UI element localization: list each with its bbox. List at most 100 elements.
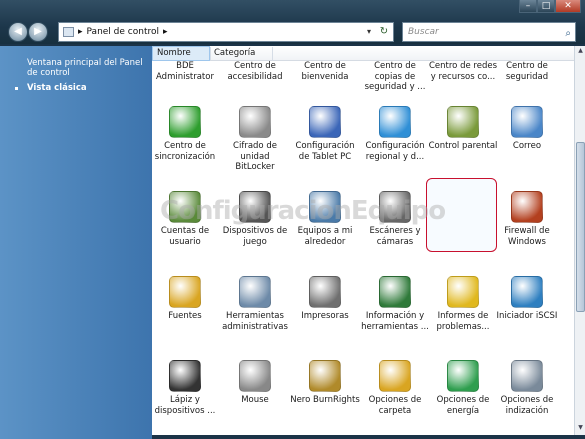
item-security[interactable]: Centro de seguridad [492, 61, 562, 89]
item-label: Mouse [241, 395, 269, 405]
item-label: Informes de problemas... [436, 311, 490, 332]
item-label: Centro de sincronización [154, 141, 216, 162]
item-mouse[interactable]: Mouse [220, 360, 290, 406]
item-label: Dispositivos de juego [222, 226, 288, 247]
item-indexing[interactable]: Opciones de indización [492, 360, 562, 416]
item-performance[interactable]: Información y herramientas ... [360, 276, 430, 332]
item-accessibility[interactable]: Centro de accesibilidad [220, 61, 290, 89]
column-header: Nombre Categoría [152, 46, 574, 61]
item-label: BDE Administrator [156, 61, 214, 82]
column-divider[interactable] [272, 47, 273, 60]
vertical-scrollbar[interactable]: ▲ ▼ [574, 46, 585, 435]
item-label: Firewall de Windows [504, 226, 550, 247]
sync-icon [169, 106, 201, 138]
breadcrumb-separator[interactable]: ▸ [163, 27, 168, 37]
tablet-icon [309, 106, 341, 138]
scroll-down-icon[interactable]: ▼ [576, 424, 585, 434]
item-regional[interactable]: Configuración regional y d... [360, 106, 430, 162]
address-bar[interactable]: ▸ Panel de control ▸ ▾ ↻ [58, 22, 394, 42]
item-label: Opciones de indización [500, 395, 554, 416]
search-input[interactable]: Buscar ⌕ [402, 22, 576, 42]
item-mail[interactable]: Correo [492, 106, 562, 152]
item-printer[interactable]: Impresoras [290, 276, 360, 322]
item-label: Centro de seguridad [505, 61, 549, 82]
item-folder-options[interactable]: Opciones de carpeta [360, 360, 430, 416]
refresh-icon[interactable]: ↻ [377, 25, 391, 39]
item-tablet[interactable]: Configuración de Tablet PC [290, 106, 360, 162]
folder-options-icon [379, 360, 411, 392]
column-name[interactable]: Nombre [157, 48, 191, 58]
item-firewall[interactable]: Firewall de Windows [492, 191, 562, 247]
breadcrumb-separator[interactable]: ▸ [78, 27, 83, 37]
item-label: Impresoras [301, 311, 349, 321]
control-panel-icon [63, 27, 74, 37]
column-category[interactable]: Categoría [214, 48, 255, 58]
watermark: ConfiguracionEquipo [160, 196, 446, 226]
item-network[interactable]: Centro de redes y recursos co... [428, 61, 498, 89]
admin-tools-icon [239, 276, 271, 308]
item-label: Configuración regional y d... [365, 141, 425, 162]
scroll-up-icon[interactable]: ▲ [576, 47, 585, 57]
sidebar-item-home[interactable]: Ventana principal del Panel de control [27, 58, 147, 78]
item-fonts[interactable]: Fuentes [152, 276, 220, 322]
control-panel-window: – □ ✕ ◀ ▶ ▸ Panel de control ▸ ▾ ↻ Busca… [0, 0, 585, 439]
scrollbar-thumb[interactable] [576, 142, 585, 312]
address-dropdown-button[interactable]: ▾ [363, 25, 375, 39]
item-label: Equipos a mi alrededor [297, 226, 353, 247]
item-parental[interactable]: Control parental [428, 106, 498, 152]
item-welcome[interactable]: Centro de bienvenida [290, 61, 360, 89]
item-label: Iniciador iSCSI [496, 311, 558, 321]
item-bde[interactable]: BDE Administrator [152, 61, 220, 89]
close-button[interactable]: ✕ [555, 0, 581, 13]
warning-icon [447, 276, 479, 308]
search-placeholder: Buscar [408, 27, 439, 37]
item-label: Control parental [428, 141, 498, 151]
item-label: Opciones de energía [436, 395, 490, 416]
mouse-icon [239, 360, 271, 392]
item-pen[interactable]: Lápiz y dispositivos ... [152, 360, 220, 416]
minimize-button[interactable]: – [519, 0, 537, 13]
items-view: Nombre Categoría BDE Administrator Centro… [152, 46, 574, 435]
maximize-button[interactable]: □ [537, 0, 555, 13]
firewall-icon [511, 191, 543, 223]
item-label: Opciones de carpeta [368, 395, 422, 416]
item-nero[interactable]: Nero BurnRights [290, 360, 360, 406]
printer-icon [309, 276, 341, 308]
power-icon [447, 360, 479, 392]
item-label: Escáneres y cámaras [369, 226, 421, 247]
sidebar-item-classic-view[interactable]: Vista clásica [27, 83, 147, 93]
item-label: Lápiz y dispositivos ... [154, 395, 216, 416]
item-label: Cifrado de unidad BitLocker [233, 141, 277, 172]
sidebar-bullet [15, 87, 18, 90]
breadcrumb-control-panel[interactable]: Panel de control [87, 27, 159, 37]
regional-icon [379, 106, 411, 138]
item-label: Configuración de Tablet PC [295, 141, 355, 162]
item-label: Nero BurnRights [290, 395, 360, 405]
indexing-icon [511, 360, 543, 392]
iscsi-icon [511, 276, 543, 308]
performance-icon [379, 276, 411, 308]
item-sync[interactable]: Centro de sincronización [152, 106, 220, 162]
item-warning[interactable]: Informes de problemas... [428, 276, 498, 332]
parental-icon [447, 106, 479, 138]
item-label: Fuentes [168, 311, 202, 321]
item-iscsi[interactable]: Iniciador iSCSI [492, 276, 562, 322]
item-power[interactable]: Opciones de energía [428, 360, 498, 416]
item-label: Centro de copias de seguridad y ... [364, 61, 426, 92]
item-label: Correo [512, 141, 542, 151]
item-bitlocker[interactable]: Cifrado de unidad BitLocker [220, 106, 290, 173]
pen-icon [169, 360, 201, 392]
item-label: Centro de bienvenida [301, 61, 349, 82]
mail-icon [511, 106, 543, 138]
forward-button[interactable]: ▶ [28, 22, 48, 42]
item-label: Centro de redes y recursos co... [428, 61, 497, 82]
fonts-icon [169, 276, 201, 308]
item-backup[interactable]: Centro de copias de seguridad y ... [360, 61, 430, 92]
column-divider[interactable] [210, 47, 211, 60]
search-icon[interactable]: ⌕ [565, 25, 571, 43]
bitlocker-icon [239, 106, 271, 138]
back-button[interactable]: ◀ [8, 22, 28, 42]
item-label: Herramientas administrativas [222, 311, 288, 332]
item-admin-tools[interactable]: Herramientas administrativas [220, 276, 290, 332]
sidebar: Ventana principal del Panel de control V… [0, 46, 152, 439]
